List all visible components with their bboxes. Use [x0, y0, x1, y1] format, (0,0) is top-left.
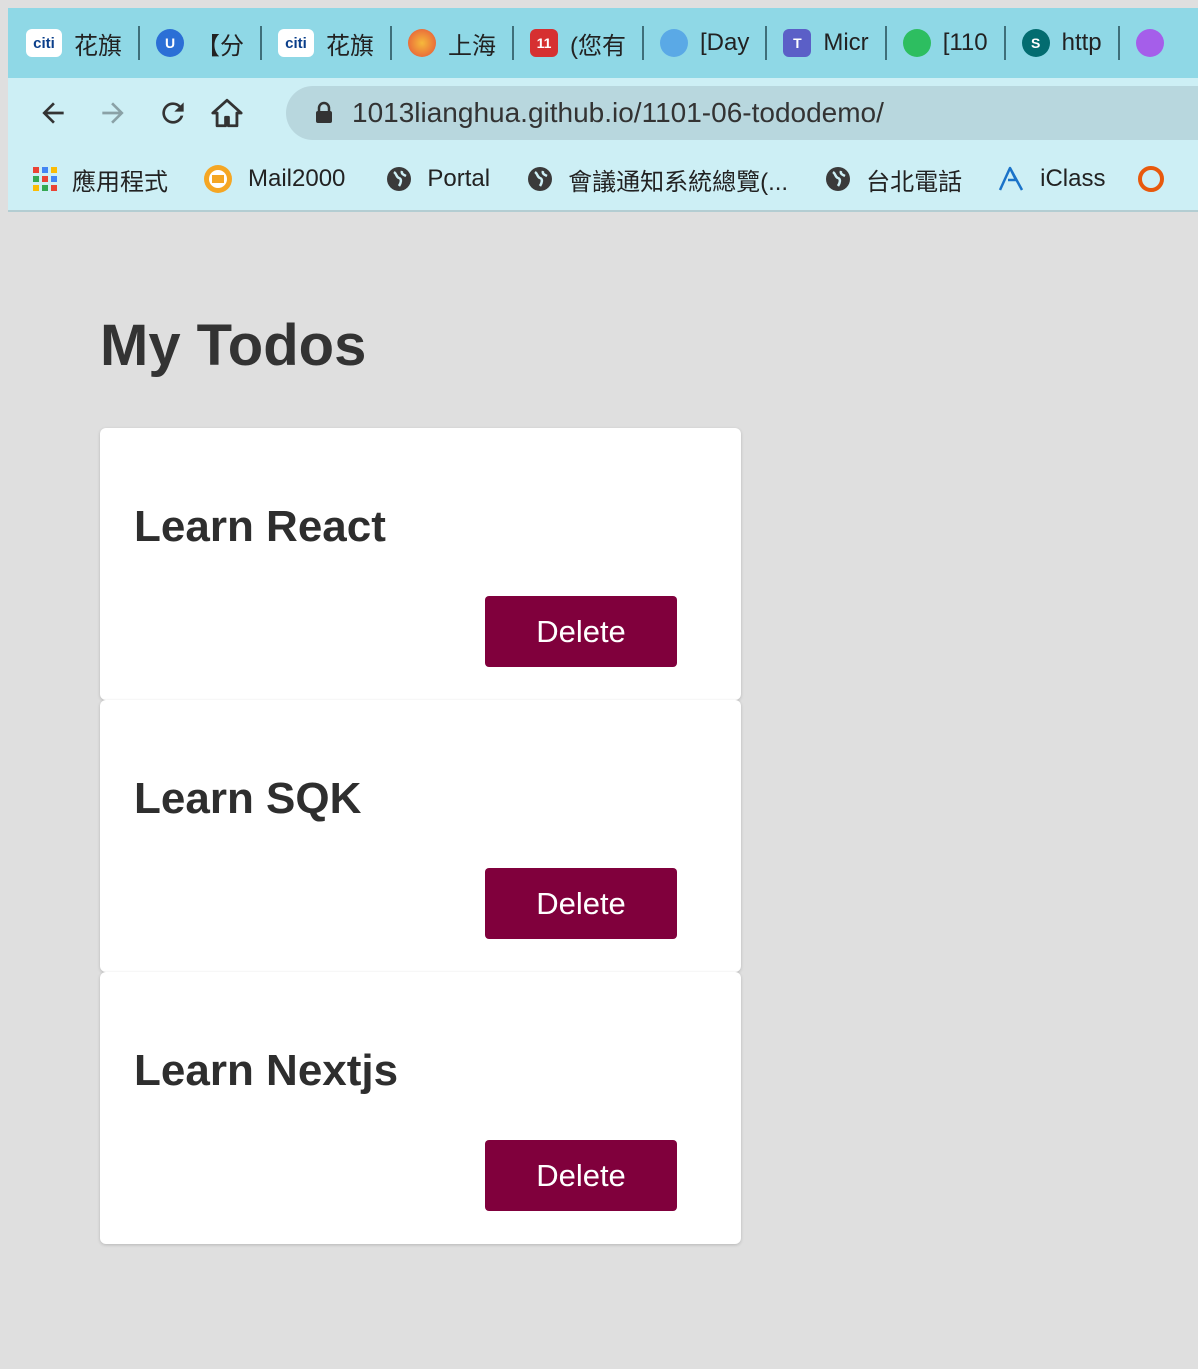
browser-tab[interactable]: [Day: [642, 8, 765, 78]
todo-title: Learn Nextjs: [134, 1046, 399, 1095]
todo-card: Learn Nextjs Delete: [100, 972, 741, 1244]
todo-list: Learn React Delete Learn SQK Delete Lear…: [100, 428, 741, 1244]
tab-label: http: [1061, 29, 1102, 56]
todo-title: Learn SQK: [134, 774, 362, 823]
evernote-icon: [902, 29, 931, 57]
tab-label: [Day: [700, 29, 750, 56]
bookmark-label: Mail2000: [248, 165, 346, 192]
teams-icon: T: [783, 29, 812, 57]
bookmark-label: 應用程式: [72, 168, 168, 196]
browser-tab[interactable]: U 【分: [138, 8, 260, 78]
bookmark-iclass[interactable]: iClass: [996, 164, 1105, 194]
tab-label: (您有: [570, 32, 626, 60]
sharepoint-icon: S: [1021, 29, 1050, 57]
u-icon: U: [156, 29, 184, 57]
todo-title: Learn React: [134, 502, 386, 551]
gauge-icon: [1137, 165, 1165, 193]
tab-label: Micr: [823, 29, 869, 56]
mail-icon: [202, 163, 234, 195]
bookmark-mail2000[interactable]: Mail2000: [202, 163, 345, 195]
page-title: My Todos: [100, 313, 367, 378]
tab-label: 【分: [196, 32, 244, 60]
lock-icon: [316, 101, 332, 123]
browser-tab[interactable]: S http: [1003, 8, 1118, 78]
bookmark-overflow[interactable]: [1137, 165, 1179, 193]
browser-tab[interactable]: citi 花旗: [260, 8, 390, 78]
globe-icon: [526, 165, 554, 193]
citi-icon: citi: [278, 29, 314, 57]
browser-tab[interactable]: T Micr: [765, 8, 884, 78]
browser-tab[interactable]: [1117, 8, 1192, 78]
bookmark-label: 會議通知系統總覽(...: [568, 168, 789, 196]
calendar-icon: 11: [530, 29, 558, 57]
globe-icon: [824, 165, 852, 193]
tab-strip: citi 花旗 U 【分 citi 花旗 上海 11 (您有 [Day T Mi…: [8, 8, 1198, 78]
delete-button[interactable]: Delete: [485, 868, 677, 939]
bookmark-apps[interactable]: 應用程式: [32, 162, 168, 197]
tab-label: [110: [942, 29, 988, 56]
reload-icon: [162, 102, 184, 124]
browser-toolbar: 1013lianghua.github.io/1101-06-tododemo/: [8, 78, 1198, 148]
reload-button[interactable]: [150, 90, 196, 136]
browser-tab[interactable]: 11 (您有: [512, 8, 642, 78]
tab-label: 花旗: [74, 32, 122, 60]
todo-card: Learn SQK Delete: [100, 700, 741, 972]
iclass-icon: [996, 164, 1026, 194]
back-button[interactable]: [30, 90, 76, 136]
tab-label: 上海: [448, 32, 496, 60]
bookmark-label: iClass: [1040, 165, 1106, 192]
browser-tab[interactable]: citi 花旗: [8, 8, 138, 78]
address-bar[interactable]: 1013lianghua.github.io/1101-06-tododemo/: [286, 86, 1198, 140]
citi-icon: citi: [26, 29, 62, 57]
bookmark-meeting[interactable]: 會議通知系統總覽(...: [526, 162, 788, 197]
tab-label: 花旗: [326, 32, 374, 60]
arrow-left-icon: [42, 102, 64, 124]
delete-button[interactable]: Delete: [485, 1140, 677, 1211]
todo-card: Learn React Delete: [100, 428, 741, 700]
bookmarks-bar: 應用程式 Mail2000 Portal 會議通知系統總覽(... 台北電話 i…: [8, 148, 1198, 212]
home-icon: [211, 98, 243, 128]
delete-button[interactable]: Delete: [485, 596, 677, 667]
globe-icon: [660, 29, 688, 57]
bookmark-label: Portal: [427, 165, 491, 192]
browser-tab[interactable]: 上海: [390, 8, 512, 78]
bookmark-label: 台北電話: [866, 168, 963, 196]
globe-icon: [385, 165, 413, 193]
bookmark-taipei-phone[interactable]: 台北電話: [824, 162, 962, 197]
home-button[interactable]: [204, 90, 250, 136]
url-text: 1013lianghua.github.io/1101-06-tododemo/: [352, 97, 884, 128]
tab-favicon-icon: [1135, 29, 1164, 57]
apps-grid-icon: [32, 166, 58, 192]
arrow-right-icon: [102, 102, 124, 124]
brain-icon: [408, 29, 436, 57]
bookmark-portal[interactable]: Portal: [385, 165, 490, 193]
forward-button[interactable]: [90, 90, 136, 136]
browser-tab[interactable]: [110: [884, 8, 1004, 78]
